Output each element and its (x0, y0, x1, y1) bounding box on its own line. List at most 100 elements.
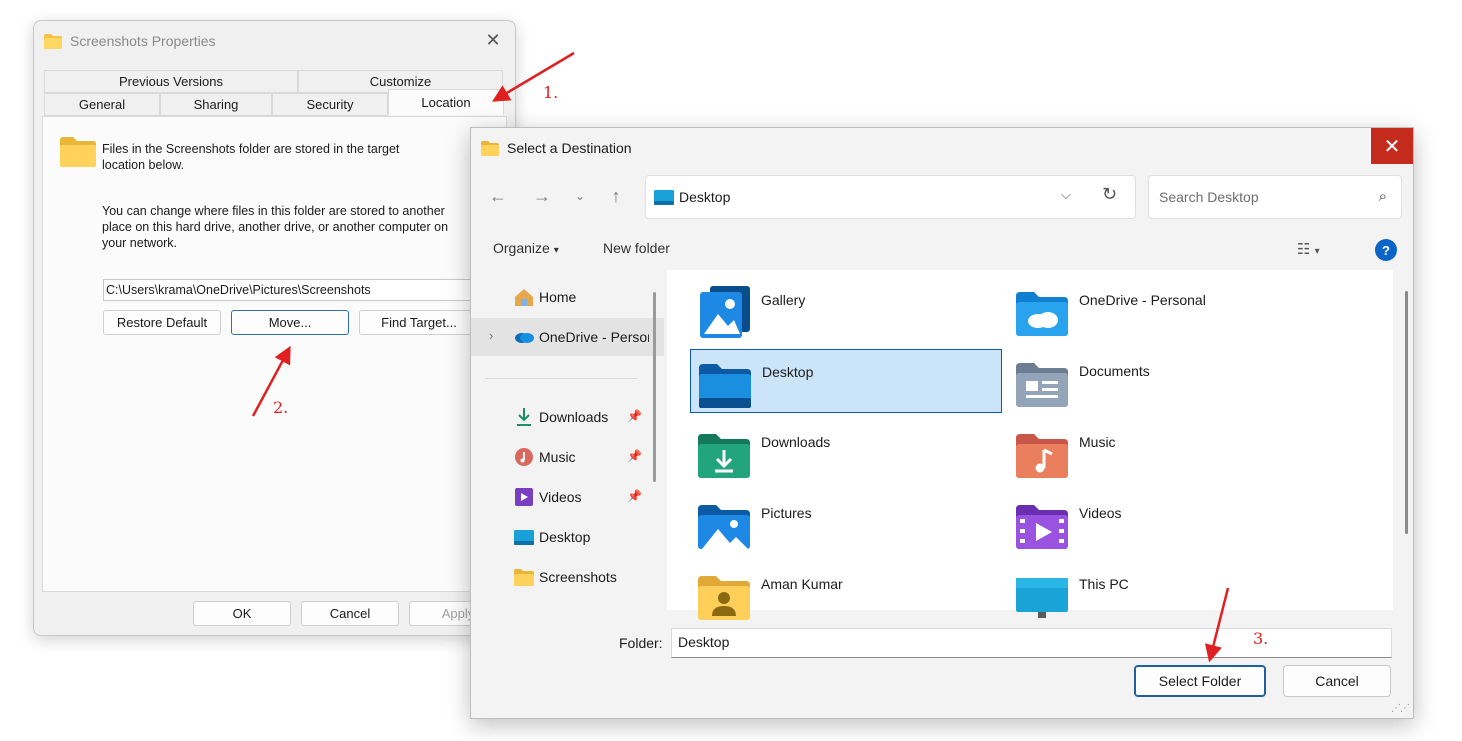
tile-downloads[interactable]: Downloads (690, 420, 1002, 484)
folder-content-area: Gallery OneDrive - Personal Desktop Docu… (667, 270, 1393, 620)
ok-button[interactable]: OK (193, 601, 291, 626)
move-button[interactable]: Move... (231, 310, 349, 335)
tile-label: Aman Kumar (761, 576, 843, 592)
nav-scrollbar[interactable] (653, 292, 656, 482)
up-arrow-icon[interactable]: ↑ (604, 184, 628, 208)
back-arrow-icon[interactable]: ← (486, 184, 510, 208)
nav-divider (485, 378, 637, 379)
tab-sharing[interactable]: Sharing (160, 93, 272, 116)
tile-label: Downloads (761, 434, 831, 450)
location-description: Files in the Screenshots folder are stor… (102, 142, 400, 172)
help-icon[interactable]: ? (1375, 239, 1397, 261)
recent-chevron-down-icon[interactable]: ⌄ (568, 184, 592, 208)
nav-item-music[interactable]: Music 📌 (471, 438, 664, 476)
pictures-folder-icon (698, 505, 750, 549)
tab-security[interactable]: Security (272, 93, 388, 116)
expand-chevron-icon[interactable]: › (489, 328, 493, 343)
folder-icon (60, 137, 96, 167)
desktop-icon (654, 190, 674, 205)
documents-folder-icon (1016, 363, 1068, 407)
refresh-icon[interactable]: ↻ (1102, 184, 1117, 205)
content-scrollbar[interactable] (1405, 291, 1408, 534)
dialog-titlebar: Select a Destination (481, 137, 632, 159)
pin-icon: 📌 (627, 449, 642, 463)
nav-item-label: Home (539, 289, 577, 305)
tile-music[interactable]: Music (1008, 420, 1320, 484)
dialog-cancel-button[interactable]: Cancel (1283, 665, 1391, 697)
address-bar[interactable]: Desktop ⌵ ↻ (645, 175, 1136, 219)
nav-item-screenshots[interactable]: Screenshots (471, 558, 664, 596)
address-text: Desktop (679, 189, 731, 205)
restore-default-button[interactable]: Restore Default (103, 310, 221, 335)
tile-label: Music (1079, 434, 1116, 450)
desktop-folder-icon (699, 364, 751, 408)
tile-label: Documents (1079, 363, 1150, 379)
tile-label: OneDrive - Personal (1079, 292, 1206, 308)
desktop-icon (514, 530, 534, 545)
tab-previous-versions[interactable]: Previous Versions (44, 70, 298, 93)
video-icon (515, 488, 533, 506)
search-icon: ⌕ (1378, 188, 1387, 205)
organize-chevron-down-icon: ▾ (553, 245, 559, 256)
tile-label: Pictures (761, 505, 812, 521)
close-icon[interactable]: ✕ (483, 30, 503, 50)
tile-label: Videos (1079, 505, 1122, 521)
search-box[interactable]: Search Desktop ⌕ (1148, 175, 1402, 219)
nav-item-home[interactable]: Home (471, 278, 664, 316)
resize-grip-icon[interactable]: ⋰⋰ (1391, 703, 1410, 714)
user-folder-icon (698, 576, 750, 620)
tab-general[interactable]: General (44, 93, 160, 116)
nav-item-desktop[interactable]: Desktop (471, 518, 664, 556)
folder-name-field[interactable]: Desktop (671, 628, 1392, 658)
view-options-icon[interactable]: ☷ ▾ (1297, 240, 1320, 258)
close-icon[interactable]: ✕ (1371, 128, 1413, 164)
forward-arrow-icon[interactable]: → (530, 184, 554, 208)
tile-documents[interactable]: Documents (1008, 349, 1320, 413)
tile-label: Gallery (761, 292, 806, 308)
music-icon (515, 448, 533, 466)
properties-window: Screenshots Properties ✕ Previous Versio… (33, 20, 516, 636)
download-arrow-icon (517, 408, 531, 426)
folder-icon (514, 569, 534, 586)
pin-icon: 📌 (627, 489, 642, 503)
organize-menu[interactable]: Organize ▾ (493, 240, 559, 256)
select-folder-button[interactable]: Select Folder (1134, 665, 1266, 697)
location-panel: Files in the Screenshots folder are stor… (42, 116, 507, 592)
annotation-label-2: 2. (273, 398, 289, 417)
tile-onedrive[interactable]: OneDrive - Personal (1008, 278, 1320, 342)
nav-item-label: Desktop (539, 529, 591, 545)
find-target-button[interactable]: Find Target... (359, 310, 479, 335)
annotation-label-3: 3. (1253, 629, 1269, 648)
home-icon (515, 289, 533, 306)
properties-title: Screenshots Properties (70, 33, 216, 49)
tile-pictures[interactable]: Pictures (690, 491, 1002, 555)
tile-gallery[interactable]: Gallery (690, 278, 1002, 342)
tile-desktop[interactable]: Desktop (690, 349, 1002, 413)
onedrive-folder-icon (1016, 292, 1068, 336)
downloads-folder-icon (698, 434, 750, 478)
address-chevron-down-icon[interactable]: ⌵ (1061, 187, 1071, 203)
search-placeholder: Search Desktop (1159, 189, 1259, 205)
folder-icon (481, 140, 499, 156)
location-help-text: You can change where files in this folde… (102, 204, 449, 250)
nav-item-onedrive[interactable]: › OneDrive - Personal (471, 318, 664, 356)
new-folder-button[interactable]: New folder (603, 240, 670, 256)
nav-item-label: Screenshots (539, 569, 617, 585)
cancel-button[interactable]: Cancel (301, 601, 399, 626)
nav-item-videos[interactable]: Videos 📌 (471, 478, 664, 516)
target-path-field[interactable]: C:\Users\krama\OneDrive\Pictures\Screens… (103, 279, 503, 301)
tile-videos[interactable]: Videos (1008, 491, 1320, 555)
tile-label: This PC (1079, 576, 1129, 592)
nav-item-downloads[interactable]: Downloads 📌 (471, 398, 664, 436)
tab-location[interactable]: Location (388, 89, 504, 115)
folder-icon (44, 33, 62, 49)
tile-this-pc[interactable]: This PC (1008, 562, 1320, 626)
tile-user-folder[interactable]: Aman Kumar (690, 562, 1002, 626)
properties-titlebar: Screenshots Properties (44, 31, 216, 51)
this-pc-icon (1016, 578, 1068, 618)
pin-icon: 📌 (627, 409, 642, 423)
folder-label: Folder: (619, 635, 663, 651)
onedrive-cloud-icon (515, 333, 534, 343)
dialog-title: Select a Destination (507, 140, 632, 156)
nav-item-label: OneDrive - Personal (539, 329, 649, 345)
